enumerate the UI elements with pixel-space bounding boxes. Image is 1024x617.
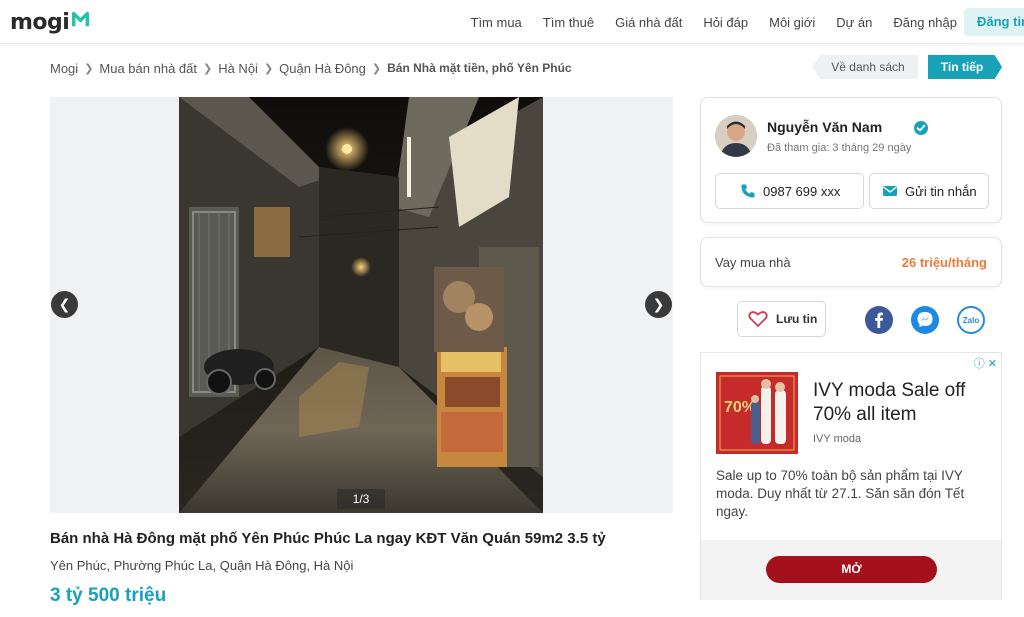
nav-agents[interactable]: Môi giới <box>769 15 815 30</box>
next-listing-button[interactable]: Tin tiếp <box>928 55 1002 79</box>
breadcrumb-buy-sell[interactable]: Mua bán nhà đất <box>99 61 197 76</box>
back-to-list-button[interactable]: Về danh sách <box>812 55 918 79</box>
save-listing-button[interactable]: Lưu tin <box>737 301 826 337</box>
agent-card: Nguyễn Văn Nam Đã tham gia: 3 tháng 29 n… <box>700 97 1002 223</box>
ad-image[interactable]: 70% <box>716 372 798 454</box>
agent-name[interactable]: Nguyễn Văn Nam <box>767 119 882 135</box>
envelope-icon <box>883 186 897 196</box>
avatar-illustration <box>715 115 757 157</box>
ad-image-illustration: 70% <box>716 372 798 454</box>
alley-photo-illustration <box>179 97 543 513</box>
nav-price[interactable]: Giá nhà đất <box>615 15 682 30</box>
messenger-icon <box>917 312 933 328</box>
share-zalo-button[interactable]: Zalo <box>957 306 985 334</box>
nav-buy[interactable]: Tìm mua <box>471 15 522 30</box>
chevron-right-icon: ❯ <box>263 62 274 75</box>
nav-rent[interactable]: Tìm thuê <box>543 15 594 30</box>
ad-footer: MỞ <box>701 540 1001 600</box>
photo-gallery: ❮ ❯ 1/3 <box>50 97 673 513</box>
gallery-prev-button[interactable]: ❮ <box>51 291 78 318</box>
heart-icon <box>748 311 768 327</box>
phone-number: 0987 699 xxx <box>763 183 841 199</box>
gallery-counter: 1/3 <box>337 489 385 509</box>
breadcrumb-city[interactable]: Hà Nội <box>218 61 258 76</box>
facebook-icon <box>875 312 883 328</box>
listing-address: Yên Phúc, Phường Phúc La, Quận Hà Đông, … <box>50 558 354 573</box>
ad-description: Sale up to 70% toàn bộ sản phẩm tại IVY … <box>716 468 965 519</box>
post-listing-button[interactable]: Đăng tin <box>964 8 1024 36</box>
loan-label: Vay mua nhà <box>715 255 791 270</box>
ad-open-button[interactable]: MỞ <box>766 556 937 583</box>
zalo-icon: Zalo <box>962 315 980 325</box>
site-header: mogi Tìm mua Tìm thuê Giá nhà đất Hỏi đá… <box>0 0 1024 44</box>
verified-check-icon <box>914 121 928 135</box>
agent-avatar[interactable] <box>715 115 757 157</box>
loan-monthly-value: 26 triệu/tháng <box>901 255 987 270</box>
call-phone-button[interactable]: 0987 699 xxx <box>715 173 864 209</box>
gallery-next-button[interactable]: ❯ <box>645 291 672 318</box>
breadcrumb-current: Bán Nhà mặt tiền, phố Yên Phúc <box>387 61 572 75</box>
nav-login[interactable]: Đăng nhập <box>893 15 957 30</box>
ad-info-close-icon[interactable]: ⓘ ✕ <box>974 355 997 371</box>
share-facebook-button[interactable] <box>865 306 893 334</box>
ad-title[interactable]: IVY moda Sale off 70% all item <box>813 379 993 427</box>
listing-price: 3 tỷ 500 triệu <box>50 585 167 606</box>
send-message-button[interactable]: Gửi tin nhắn <box>869 173 989 209</box>
save-listing-label: Lưu tin <box>776 312 818 326</box>
listing-title: Bán nhà Hà Đông mặt phố Yên Phúc Phúc La… <box>50 530 606 547</box>
nav-projects[interactable]: Dự án <box>836 15 872 30</box>
logo-text: mogi <box>10 9 70 35</box>
mogi-logo[interactable]: mogi <box>10 7 90 37</box>
share-messenger-button[interactable] <box>911 306 939 334</box>
chevron-right-icon: ❯ <box>84 62 94 75</box>
ad-banner[interactable]: ⓘ ✕ 70% IVY moda Sale off 70% all item I… <box>700 352 1002 600</box>
listing-photo[interactable] <box>179 97 543 513</box>
send-message-label: Gửi tin nhắn <box>905 183 977 199</box>
ad-brand: IVY moda <box>813 433 862 445</box>
main-nav: Tìm mua Tìm thuê Giá nhà đất Hỏi đáp Môi… <box>460 0 968 44</box>
loan-estimate-card[interactable]: Vay mua nhà 26 triệu/tháng <box>700 237 1002 287</box>
breadcrumb-district[interactable]: Quận Hà Đông <box>279 61 366 76</box>
breadcrumb: Mogi ❯ Mua bán nhà đất ❯ Hà Nội ❯ Quận H… <box>50 59 572 77</box>
chevron-right-icon: ❯ <box>202 62 213 75</box>
breadcrumb-home[interactable]: Mogi <box>50 61 78 76</box>
phone-icon <box>741 184 755 198</box>
agent-joined-date: Đã tham gia: 3 tháng 29 ngày <box>767 142 912 154</box>
logo-mark-icon <box>72 11 90 26</box>
chevron-right-icon: ❯ <box>371 62 382 75</box>
nav-qa[interactable]: Hỏi đáp <box>703 15 748 30</box>
